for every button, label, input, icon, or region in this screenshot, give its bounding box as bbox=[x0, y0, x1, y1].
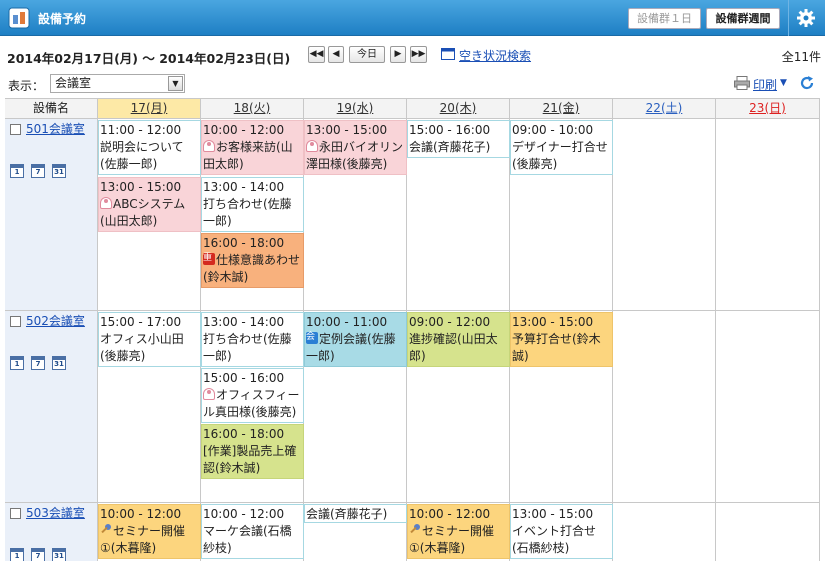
room-checkbox[interactable] bbox=[10, 508, 21, 519]
day-header-sun[interactable]: 23(日) bbox=[716, 98, 820, 119]
event-card[interactable]: 13:00 - 14:00 打ち合わせ(佐藤一郎) bbox=[201, 177, 304, 232]
print-caret-icon[interactable]: ▼ bbox=[780, 78, 787, 88]
facility-name-header: 設備名 bbox=[5, 98, 98, 119]
availability-search-link[interactable]: 空き状況検索 bbox=[459, 47, 531, 64]
event-card[interactable]: 10:00 - 12:00 マーケ会議(石橋紗枝) bbox=[201, 504, 304, 559]
room-checkbox[interactable] bbox=[10, 124, 21, 135]
event-card[interactable]: 11:00 - 12:00 説明会について(佐藤一郎) bbox=[98, 120, 201, 175]
event-card[interactable]: 16:00 - 18:00 [作業]製品売上確認(鈴木誠) bbox=[201, 424, 304, 479]
day-calendar-icon[interactable]: 1 bbox=[10, 548, 24, 561]
gear-icon[interactable] bbox=[796, 8, 816, 28]
event-card[interactable]: 13:00 - 15:00 イベント打合せ(石橋紗枝) bbox=[510, 504, 613, 559]
microphone-icon bbox=[100, 524, 112, 536]
prev-week-button[interactable]: ◀ bbox=[328, 46, 344, 63]
next-week-button[interactable]: ▶ bbox=[390, 46, 406, 63]
event-card[interactable]: 09:00 - 12:00 進捗確認(山田太郎) bbox=[407, 312, 510, 367]
divider bbox=[788, 0, 789, 36]
display-label: 表示： bbox=[8, 79, 45, 93]
week-calendar-icon[interactable]: 7 bbox=[31, 356, 45, 370]
facility-group-week-button[interactable]: 設備群週間 bbox=[706, 8, 780, 29]
today-button[interactable]: 今日 bbox=[349, 46, 385, 63]
print-link[interactable]: 印刷 bbox=[753, 76, 777, 93]
week-calendar-icon[interactable]: 7 bbox=[31, 164, 45, 178]
chevron-down-icon: ▼ bbox=[168, 76, 183, 91]
facility-group-day-button[interactable]: 設備群１日 bbox=[628, 8, 701, 29]
event-card[interactable]: 13:00 - 15:00 ABCシステム(山田太郎) bbox=[98, 177, 201, 232]
day-cell[interactable] bbox=[613, 119, 716, 311]
month-calendar-icon[interactable]: 31 bbox=[52, 164, 66, 178]
event-card[interactable]: 13:00 - 15:00 予算打合せ(鈴木誠) bbox=[510, 312, 613, 367]
day-header-fri[interactable]: 21(金) bbox=[510, 98, 613, 119]
event-card[interactable]: 10:00 - 11:00定例会議(佐藤一郎) bbox=[304, 312, 407, 367]
total-count: 全11件 bbox=[781, 50, 821, 64]
visitor-icon bbox=[306, 140, 318, 152]
event-card[interactable]: 13:00 - 15:00 永田バイオリン澤田様(後藤亮) bbox=[304, 120, 407, 175]
display-select[interactable]: 会議室 ▼ bbox=[50, 74, 185, 93]
visitor-icon bbox=[100, 197, 112, 209]
date-range: 2014年02月17日(月) 〜 2014年02月23日(日) bbox=[7, 51, 291, 66]
event-card[interactable]: 10:00 - 12:00 お客様来訪(山田太郎) bbox=[201, 120, 304, 175]
event-card[interactable]: 10:00 - 12:00 セミナー開催①(木暮隆) bbox=[98, 504, 201, 559]
last-week-button[interactable]: ▶▶ bbox=[410, 46, 427, 63]
room-row-501: 501会議室 1 7 31 bbox=[5, 119, 98, 311]
week-calendar-icon[interactable]: 7 bbox=[31, 548, 45, 561]
event-card[interactable]: 15:00 - 17:00 オフィス小山田(後藤亮) bbox=[98, 312, 201, 367]
day-header-sat[interactable]: 22(土) bbox=[613, 98, 716, 119]
printer-icon[interactable] bbox=[734, 76, 750, 90]
first-week-button[interactable]: ◀◀ bbox=[308, 46, 325, 63]
event-card[interactable]: 10:00 - 12:00 セミナー開催①(木暮隆) bbox=[407, 504, 510, 559]
day-calendar-icon[interactable]: 1 bbox=[10, 356, 24, 370]
app-title: 設備予約 bbox=[38, 12, 87, 26]
event-card[interactable]: 09:00 - 10:00 デザイナー打合せ(後藤亮) bbox=[510, 120, 613, 175]
day-calendar-icon[interactable]: 1 bbox=[10, 164, 24, 178]
event-card[interactable]: 16:00 - 18:00仕様意識あわせ(鈴木誠) bbox=[201, 233, 304, 288]
refresh-icon[interactable] bbox=[799, 75, 815, 91]
month-calendar-icon[interactable]: 31 bbox=[52, 356, 66, 370]
room-row-503: 503会議室 1 7 31 bbox=[5, 503, 98, 561]
room-link[interactable]: 501会議室 bbox=[26, 120, 85, 137]
meeting-icon bbox=[306, 329, 318, 346]
window-icon bbox=[441, 48, 455, 60]
day-cell[interactable] bbox=[716, 503, 820, 561]
day-header-thu[interactable]: 20(木) bbox=[407, 98, 510, 119]
event-card[interactable]: 13:00 - 14:00 打ち合わせ(佐藤一郎) bbox=[201, 312, 304, 367]
day-header-wed[interactable]: 19(水) bbox=[304, 98, 407, 119]
day-cell[interactable] bbox=[613, 503, 716, 561]
month-calendar-icon[interactable]: 31 bbox=[52, 548, 66, 561]
event-card[interactable]: 会議(斉藤花子) bbox=[304, 504, 407, 523]
facility-icon bbox=[8, 7, 30, 29]
important-icon bbox=[203, 250, 215, 267]
visitor-icon bbox=[203, 140, 215, 152]
day-header-tue[interactable]: 18(火) bbox=[201, 98, 304, 119]
title-bar: 設備予約 設備群１日 設備群週間 bbox=[0, 0, 825, 36]
day-cell[interactable] bbox=[613, 311, 716, 503]
event-card[interactable]: 15:00 - 16:00 会議(斉藤花子) bbox=[407, 120, 510, 158]
day-header-mon[interactable]: 17(月) bbox=[98, 98, 201, 119]
event-card[interactable]: 15:00 - 16:00 オフィスフィール真田様(後藤亮) bbox=[201, 368, 304, 423]
display-select-value: 会議室 bbox=[55, 76, 92, 90]
room-checkbox[interactable] bbox=[10, 316, 21, 327]
room-row-502: 502会議室 1 7 31 bbox=[5, 311, 98, 503]
day-cell[interactable] bbox=[716, 311, 820, 503]
visitor-icon bbox=[203, 388, 215, 400]
room-link[interactable]: 502会議室 bbox=[26, 312, 85, 329]
microphone-icon bbox=[409, 524, 421, 536]
day-cell[interactable] bbox=[716, 119, 820, 311]
room-link[interactable]: 503会議室 bbox=[26, 504, 85, 521]
